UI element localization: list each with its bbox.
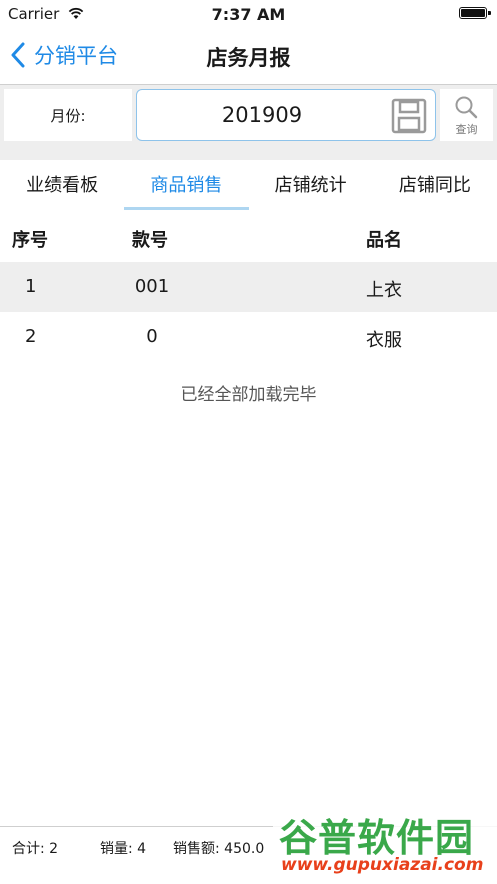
sales-amount: 销售额: 450.0	[173, 841, 265, 857]
row-code: 0	[146, 326, 158, 347]
column-header-code: 款号	[132, 230, 168, 251]
sales-quantity: 销量: 4	[100, 841, 147, 857]
watermark-brand: 谷普软件园	[279, 816, 475, 860]
page-title: 店务月报	[206, 46, 291, 70]
load-complete-text: 已经全部加载完毕	[180, 385, 317, 405]
column-header-name: 品名	[366, 230, 402, 251]
month-label: 月份:	[50, 107, 86, 125]
tab-label: 店铺同比	[398, 175, 471, 196]
search-button[interactable]: 查询	[440, 89, 493, 141]
tab-label: 商品销售	[150, 175, 223, 196]
watermark: 谷普软件园 www.gupuxiazai.com	[273, 803, 497, 883]
search-icon	[455, 96, 478, 119]
table-header: 序号 款号 品名	[0, 212, 497, 262]
tab-label: 店铺统计	[274, 175, 347, 196]
total-count: 合计: 2	[12, 841, 59, 857]
tab-product-sales[interactable]: 商品销售	[124, 160, 249, 210]
table-row[interactable]: 2 0 衣服	[0, 312, 497, 362]
month-filter-row: 月份: 201909 查询	[0, 85, 497, 145]
save-icon[interactable]	[391, 98, 427, 134]
nav-bar: 分销平台 店务月报	[0, 28, 497, 85]
row-name: 衣服	[366, 330, 402, 351]
tab-bar: 业绩看板 商品销售 店铺统计 店铺同比	[0, 160, 497, 210]
search-label: 查询	[455, 123, 478, 136]
row-code: 001	[134, 276, 170, 297]
status-bar: Carrier 7:37 AM	[0, 0, 497, 28]
tab-performance-board[interactable]: 业绩看板	[0, 160, 124, 210]
status-time: 7:37 AM	[211, 5, 286, 24]
tab-label: 业绩看板	[26, 175, 99, 196]
row-name: 上衣	[366, 280, 402, 301]
battery-icon	[459, 7, 491, 19]
month-value: 201909	[221, 103, 303, 127]
month-field[interactable]: 201909	[136, 89, 436, 141]
table-row[interactable]: 1 001 上衣	[0, 262, 497, 312]
tab-store-yoy[interactable]: 店铺同比	[373, 160, 497, 210]
column-header-index: 序号	[12, 230, 48, 251]
tab-active-indicator	[124, 207, 249, 210]
watermark-url: www.gupuxiazai.com	[281, 855, 484, 875]
month-label-box: 月份:	[4, 89, 132, 141]
tab-store-stats[interactable]: 店铺统计	[249, 160, 373, 210]
section-divider	[0, 145, 497, 160]
